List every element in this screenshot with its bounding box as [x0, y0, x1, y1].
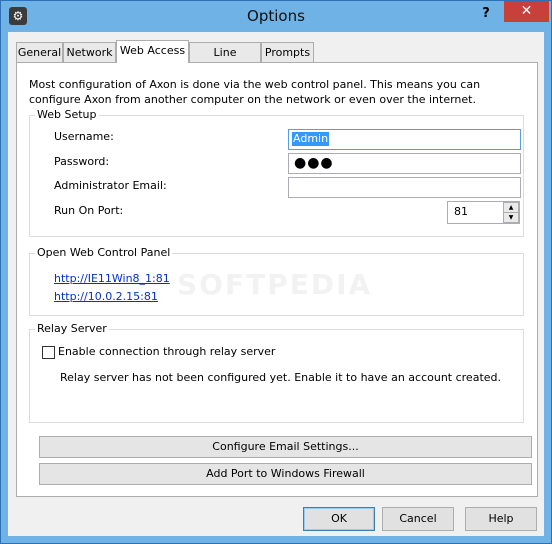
control-panel-group: Open Web Control Panel http://IE11Win8_1…	[29, 246, 524, 316]
admin-email-label: Administrator Email:	[54, 179, 167, 192]
intro-text: Most configuration of Axon is done via t…	[29, 78, 481, 106]
relay-server-label: Relay Server	[35, 322, 109, 335]
dialog-client: General Network Web Access Line Bridging…	[8, 32, 544, 536]
add-firewall-port-button[interactable]: Add Port to Windows Firewall	[39, 463, 532, 485]
close-button[interactable]: ✕	[504, 1, 549, 22]
relay-server-group: Relay Server Enable connection through r…	[29, 322, 524, 423]
tab-web-access[interactable]: Web Access	[116, 40, 189, 63]
help-button[interactable]: Help	[465, 507, 537, 531]
port-label: Run On Port:	[54, 204, 124, 217]
configure-email-settings-button[interactable]: Configure Email Settings...	[39, 436, 532, 458]
password-input[interactable]: ●●●	[288, 153, 521, 174]
tab-general[interactable]: General	[16, 42, 63, 62]
control-panel-link-ip[interactable]: http://10.0.2.15:81	[54, 290, 158, 303]
cancel-button[interactable]: Cancel	[382, 507, 454, 531]
close-icon: ✕	[520, 3, 533, 19]
title-bar[interactable]: ⚙ Options ? ✕	[1, 1, 551, 32]
control-panel-label: Open Web Control Panel	[35, 246, 173, 259]
web-setup-label: Web Setup	[35, 108, 99, 121]
password-mask: ●●●	[294, 155, 334, 171]
relay-checkbox[interactable]	[42, 346, 55, 359]
username-input[interactable]: Admin	[288, 129, 521, 150]
control-panel-link-host[interactable]: http://IE11Win8_1:81	[54, 272, 170, 285]
username-value: Admin	[292, 132, 330, 146]
tab-network[interactable]: Network	[63, 42, 116, 62]
web-access-panel: Most configuration of Axon is done via t…	[16, 62, 538, 497]
password-label: Password:	[54, 155, 110, 168]
relay-status-note: Relay server has not been configured yet…	[60, 371, 501, 384]
help-title-button[interactable]: ?	[473, 4, 499, 24]
chevron-down-icon: ▼	[508, 214, 514, 221]
ok-button[interactable]: OK	[303, 507, 375, 531]
web-setup-group: Web Setup Username: Admin Password: ●●● …	[29, 108, 524, 237]
window-title: Options	[247, 7, 305, 25]
options-window: ⚙ Options ? ✕ General Network Web Access…	[0, 0, 552, 544]
port-value: 81	[454, 205, 468, 218]
chevron-up-icon: ▲	[508, 204, 514, 211]
tab-line-bridging[interactable]: Line Bridging	[189, 42, 261, 78]
username-label: Username:	[54, 130, 114, 143]
spin-down-button[interactable]: ▼	[503, 212, 519, 223]
tab-prompts[interactable]: Prompts	[261, 42, 314, 62]
admin-email-input[interactable]	[288, 177, 521, 198]
relay-checkbox-label[interactable]: Enable connection through relay server	[58, 345, 275, 358]
port-spinner[interactable]: 81 ▲ ▼	[447, 201, 520, 224]
